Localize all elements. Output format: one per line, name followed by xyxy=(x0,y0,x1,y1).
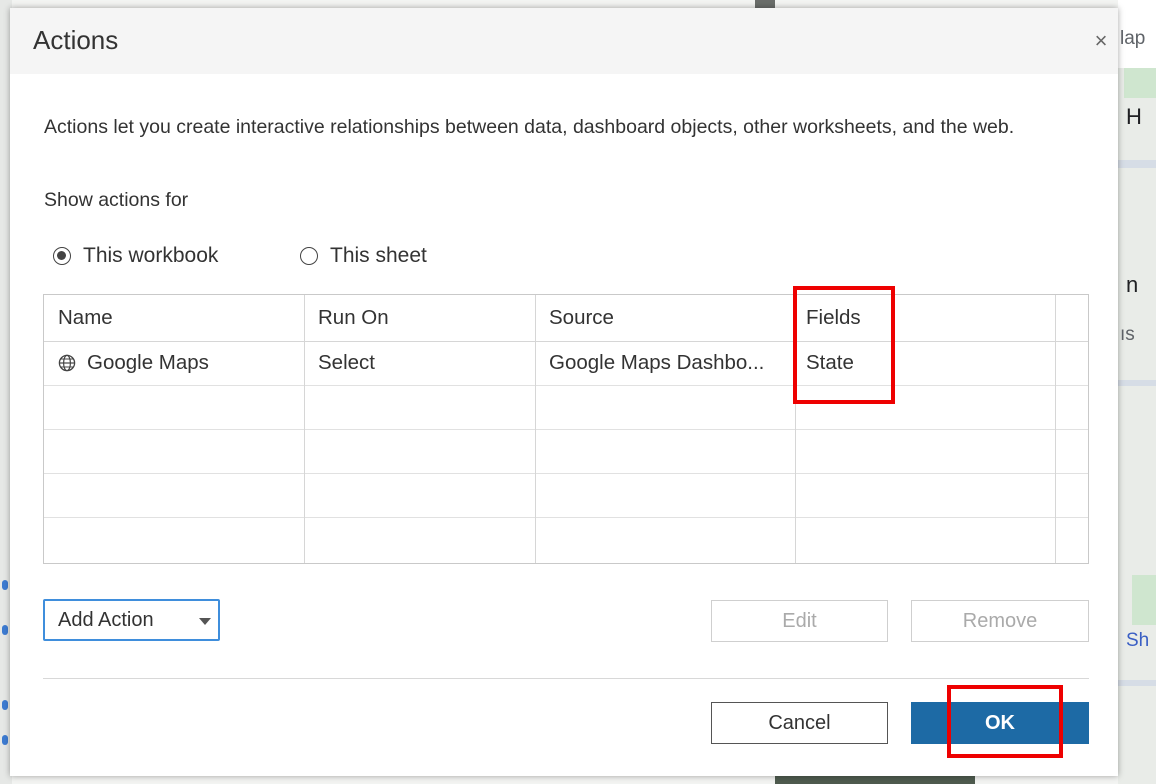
table-row[interactable]: Google Maps Select Google Maps Dashbo...… xyxy=(44,341,1088,386)
chevron-down-icon xyxy=(199,618,211,625)
table-row-empty xyxy=(44,517,1088,561)
remove-button[interactable]: Remove xyxy=(911,600,1089,642)
column-divider xyxy=(535,295,536,563)
table-header: Name Run On Source Fields xyxy=(44,295,1088,342)
radio-label: This sheet xyxy=(330,244,427,267)
dialog-title: Actions xyxy=(33,25,119,55)
column-header-fields[interactable]: Fields xyxy=(795,295,1055,341)
dialog-titlebar: Actions × xyxy=(10,8,1118,74)
dialog-description: Actions let you create interactive relat… xyxy=(44,116,1015,138)
cell-run-on: Select xyxy=(318,351,375,374)
add-action-label: Add Action xyxy=(58,608,154,631)
footer-divider xyxy=(43,678,1089,679)
background-marker xyxy=(2,735,8,745)
map-road xyxy=(1118,160,1156,168)
background-marker xyxy=(2,580,8,590)
column-header-name[interactable]: Name xyxy=(44,295,304,341)
add-action-button[interactable]: Add Action xyxy=(43,599,220,641)
globe-icon xyxy=(58,354,76,372)
table-row-empty xyxy=(44,429,1088,474)
cell-fields: State xyxy=(806,351,854,374)
map-partial-text: ıs xyxy=(1120,324,1135,345)
cell-source: Google Maps Dashbo... xyxy=(549,351,765,374)
close-icon[interactable]: × xyxy=(1088,28,1114,54)
column-divider xyxy=(304,295,305,563)
map-park xyxy=(1132,575,1156,625)
map-partial-text: Sh xyxy=(1126,630,1150,651)
actions-table: Name Run On Source Fields Google Maps Se… xyxy=(43,294,1089,564)
radio-label: This workbook xyxy=(83,244,219,267)
radio-unselected-icon[interactable] xyxy=(300,247,318,265)
map-road xyxy=(1118,680,1156,686)
column-header-run-on[interactable]: Run On xyxy=(304,295,535,341)
map-partial-text: H xyxy=(1126,104,1142,129)
map-partial-text: n xyxy=(1126,272,1139,297)
map-partial-text: lap xyxy=(1120,28,1146,49)
cell-name: Google Maps xyxy=(44,341,304,385)
cancel-button[interactable]: Cancel xyxy=(711,702,888,744)
table-row-empty xyxy=(44,473,1088,518)
background-marker xyxy=(2,625,8,635)
radio-this-workbook[interactable]: This workbook xyxy=(53,242,218,270)
background-map-panel: lap H n ıs Sh xyxy=(1118,0,1156,784)
column-header-source[interactable]: Source xyxy=(535,295,795,341)
map-area xyxy=(1118,68,1156,784)
actions-dialog: Actions × Actions let you create interac… xyxy=(10,8,1118,776)
table-row-empty xyxy=(44,385,1088,430)
map-park xyxy=(1124,68,1156,98)
edit-button[interactable]: Edit xyxy=(711,600,888,642)
column-divider xyxy=(1055,295,1056,563)
radio-selected-icon[interactable] xyxy=(53,247,71,265)
ok-button[interactable]: OK xyxy=(911,702,1089,744)
map-road xyxy=(1118,380,1156,386)
radio-this-sheet[interactable]: This sheet xyxy=(300,242,427,270)
column-divider xyxy=(795,295,796,563)
background-marker xyxy=(2,700,8,710)
show-actions-label: Show actions for xyxy=(44,189,189,211)
action-name: Google Maps xyxy=(87,351,209,374)
